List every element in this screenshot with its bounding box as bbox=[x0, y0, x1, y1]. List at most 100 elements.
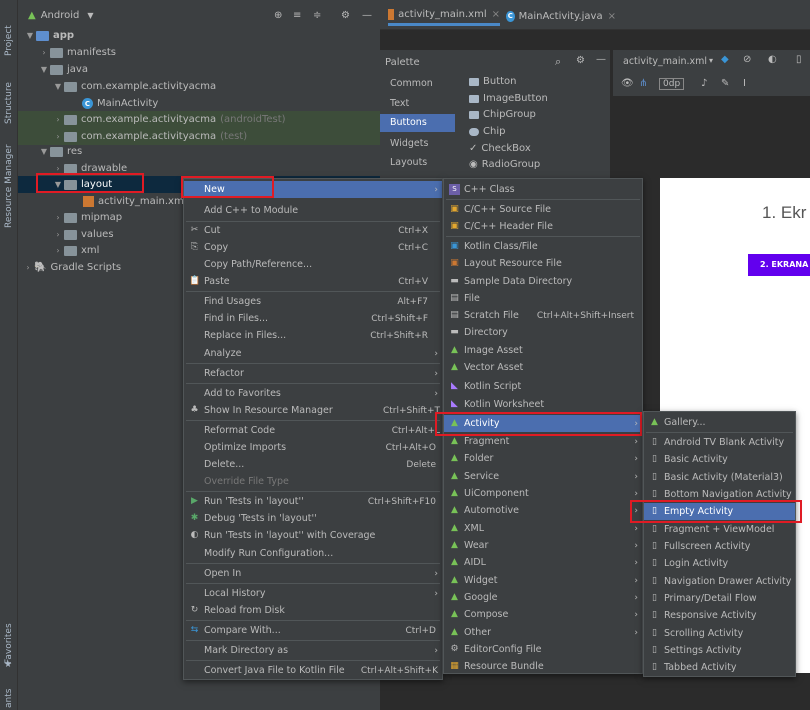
activity-item-gallery[interactable]: ▲ Gallery... bbox=[644, 414, 795, 431]
chevron-right-icon[interactable]: › bbox=[52, 230, 64, 239]
menu-item-convert-to-kotlin[interactable]: Convert Java File to Kotlin File Ctrl+Alt… bbox=[184, 662, 442, 679]
palette-category-layouts[interactable]: Layouts bbox=[390, 157, 427, 168]
menu-item-replace-in-files[interactable]: Replace in Files... Ctrl+Shift+R bbox=[184, 327, 442, 344]
orientation-icon[interactable]: ⊘ bbox=[743, 54, 751, 65]
palette-category-common[interactable]: Common bbox=[390, 78, 433, 89]
chevron-right-icon[interactable]: › bbox=[52, 246, 64, 255]
palette-item-checkbox[interactable]: ✓ CheckBox bbox=[469, 143, 531, 154]
tree-item-app[interactable]: ▼ app bbox=[18, 27, 380, 44]
activity-item-tabbed[interactable]: ▯ Tabbed Activity bbox=[644, 659, 795, 676]
menu-item-refactor[interactable]: Refactor › bbox=[184, 365, 442, 382]
collapse-all-icon[interactable]: ≑ bbox=[313, 10, 321, 21]
chevron-right-icon[interactable]: › bbox=[22, 263, 34, 272]
new-item-kotlin-worksheet[interactable]: ◣ Kotlin Worksheet bbox=[444, 396, 642, 413]
close-icon[interactable]: × bbox=[492, 9, 500, 20]
minimize-icon[interactable]: — bbox=[362, 10, 372, 21]
magic-wand-icon[interactable]: ✎ bbox=[721, 78, 729, 89]
activity-item-basic[interactable]: ▯ Basic Activity bbox=[644, 451, 795, 468]
palette-item-button[interactable]: Button bbox=[469, 76, 517, 87]
eye-icon[interactable]: 👁 bbox=[621, 78, 634, 89]
new-item-wear[interactable]: ▲ Wear › bbox=[444, 537, 642, 554]
menu-item-copy[interactable]: ⎘ Copy Ctrl+C bbox=[184, 239, 442, 256]
menu-item-open-in[interactable]: Open In › bbox=[184, 565, 442, 582]
structure-tool-tab[interactable]: Structure bbox=[4, 82, 14, 124]
chevron-right-icon[interactable]: › bbox=[52, 115, 64, 124]
palette-category-buttons[interactable]: Buttons bbox=[380, 114, 455, 132]
chevron-right-icon[interactable]: › bbox=[52, 213, 64, 222]
tree-item-res[interactable]: ▼ res bbox=[18, 143, 380, 160]
resource-manager-tool-tab[interactable]: Resource Manager bbox=[4, 144, 14, 228]
activity-item-responsive[interactable]: ▯ Responsive Activity bbox=[644, 607, 795, 624]
device-icon[interactable]: ▯ bbox=[796, 54, 802, 65]
new-item-widget[interactable]: ▲ Widget › bbox=[444, 572, 642, 589]
new-item-layout-resource[interactable]: ▣ Layout Resource File bbox=[444, 255, 642, 272]
gear-icon[interactable]: ⚙ bbox=[341, 10, 350, 21]
menu-item-add-to-favorites[interactable]: Add to Favorites › bbox=[184, 385, 442, 402]
menu-item-debug-tests[interactable]: ✱ Debug 'Tests in 'layout'' bbox=[184, 510, 442, 527]
project-view-title[interactable]: Android bbox=[41, 10, 80, 21]
new-item-automotive[interactable]: ▲ Automotive › bbox=[444, 502, 642, 519]
chevron-down-icon[interactable]: ▾ bbox=[709, 56, 713, 65]
chevron-down-icon[interactable]: ▼ bbox=[87, 11, 93, 20]
menu-item-paste[interactable]: 📋 Paste Ctrl+V bbox=[184, 273, 442, 290]
margin-input[interactable]: 0dp bbox=[659, 78, 685, 90]
menu-item-find-usages[interactable]: Find Usages Alt+F7 bbox=[184, 293, 442, 310]
project-tool-tab[interactable]: Project bbox=[4, 25, 14, 56]
new-item-c-header[interactable]: ▣ C/C++ Header File bbox=[444, 218, 642, 235]
new-item-other[interactable]: ▲ Other › bbox=[444, 624, 642, 641]
activity-item-nav-drawer[interactable]: ▯ Navigation Drawer Activity bbox=[644, 573, 795, 590]
new-item-file[interactable]: ▤ File bbox=[444, 290, 642, 307]
layout-file-dropdown[interactable]: activity_main.xml bbox=[623, 56, 707, 67]
palette-item-radiogroup[interactable]: ◉ RadioGroup bbox=[469, 159, 540, 170]
menu-item-add-cpp[interactable]: Add C++ to Module bbox=[184, 202, 442, 219]
chevron-right-icon[interactable]: › bbox=[38, 48, 50, 57]
menu-item-mark-directory-as[interactable]: Mark Directory as › bbox=[184, 642, 442, 659]
activity-item-scrolling[interactable]: ▯ Scrolling Activity bbox=[644, 625, 795, 642]
new-item-vector-asset[interactable]: ▲ Vector Asset bbox=[444, 359, 642, 376]
minimize-icon[interactable]: — bbox=[596, 54, 606, 65]
new-item-folder[interactable]: ▲ Folder › bbox=[444, 450, 642, 467]
activity-item-basic-material3[interactable]: ▯ Basic Activity (Material3) bbox=[644, 469, 795, 486]
preview-button[interactable]: 2. EKRANA bbox=[748, 254, 810, 276]
new-item-kotlin-script[interactable]: ◣ Kotlin Script bbox=[444, 378, 642, 395]
guidelines-icon[interactable]: I bbox=[743, 78, 746, 89]
new-item-google[interactable]: ▲ Google › bbox=[444, 589, 642, 606]
tab-activity-main[interactable]: activity_main.xml × bbox=[388, 6, 500, 26]
palette-item-chip[interactable]: Chip bbox=[469, 126, 505, 137]
tree-item-mainactivity[interactable]: C MainActivity bbox=[18, 95, 380, 112]
activity-item-tv-blank[interactable]: ▯ Android TV Blank Activity bbox=[644, 434, 795, 451]
menu-item-reformat-code[interactable]: Reformat Code Ctrl+Alt+L bbox=[184, 422, 442, 439]
new-item-c-source[interactable]: ▣ C/C++ Source File bbox=[444, 201, 642, 218]
menu-item-run-tests[interactable]: ▶ Run 'Tests in 'layout'' Ctrl+Shift+F10 bbox=[184, 493, 442, 510]
magnet-icon[interactable]: ⋔ bbox=[639, 78, 647, 89]
chevron-down-icon[interactable]: ▼ bbox=[24, 31, 36, 40]
tree-item-package[interactable]: ▼ com.example.activityacma bbox=[18, 78, 380, 95]
close-icon[interactable]: × bbox=[608, 11, 616, 22]
activity-item-fragment-viewmodel[interactable]: ▯ Fragment + ViewModel bbox=[644, 521, 795, 538]
activity-item-fullscreen[interactable]: ▯ Fullscreen Activity bbox=[644, 538, 795, 555]
new-item-xml[interactable]: ▲ XML › bbox=[444, 520, 642, 537]
chevron-right-icon[interactable]: › bbox=[52, 164, 64, 173]
tree-item-java[interactable]: ▼ java bbox=[18, 61, 380, 78]
menu-item-modify-run-config[interactable]: Modify Run Configuration... bbox=[184, 545, 442, 562]
chevron-down-icon[interactable]: ▼ bbox=[38, 147, 50, 156]
design-surface-icon[interactable]: ◆ bbox=[721, 54, 729, 65]
palette-category-text[interactable]: Text bbox=[390, 98, 409, 109]
chevron-right-icon[interactable]: › bbox=[52, 132, 64, 141]
new-item-scratch-file[interactable]: ▤ Scratch File Ctrl+Alt+Shift+Insert bbox=[444, 307, 642, 324]
menu-item-run-with-coverage[interactable]: ◐ Run 'Tests in 'layout'' with Coverage bbox=[184, 527, 442, 544]
tree-item-package-androidtest[interactable]: › com.example.activityacma (androidTest) bbox=[18, 111, 380, 128]
menu-item-show-in-resource-manager[interactable]: ♣ Show In Resource Manager Ctrl+Shift+T bbox=[184, 402, 442, 419]
menu-item-local-history[interactable]: Local History › bbox=[184, 585, 442, 602]
new-item-kotlin-class[interactable]: ▣ Kotlin Class/File bbox=[444, 238, 642, 255]
activity-item-login[interactable]: ▯ Login Activity bbox=[644, 555, 795, 572]
new-item-directory[interactable]: ▬ Directory bbox=[444, 324, 642, 341]
night-mode-icon[interactable]: ◐ bbox=[768, 54, 777, 65]
menu-item-copy-path[interactable]: Copy Path/Reference... bbox=[184, 256, 442, 273]
menu-item-delete[interactable]: Delete... Delete bbox=[184, 456, 442, 473]
new-item-resource-bundle[interactable]: ▦ Resource Bundle bbox=[444, 658, 642, 675]
activity-item-primary-detail[interactable]: ▯ Primary/Detail Flow bbox=[644, 590, 795, 607]
new-item-aidl[interactable]: ▲ AIDL › bbox=[444, 554, 642, 571]
palette-item-imagebutton[interactable]: ImageButton bbox=[469, 93, 548, 104]
tab-mainactivity[interactable]: C MainActivity.java × bbox=[506, 6, 616, 26]
